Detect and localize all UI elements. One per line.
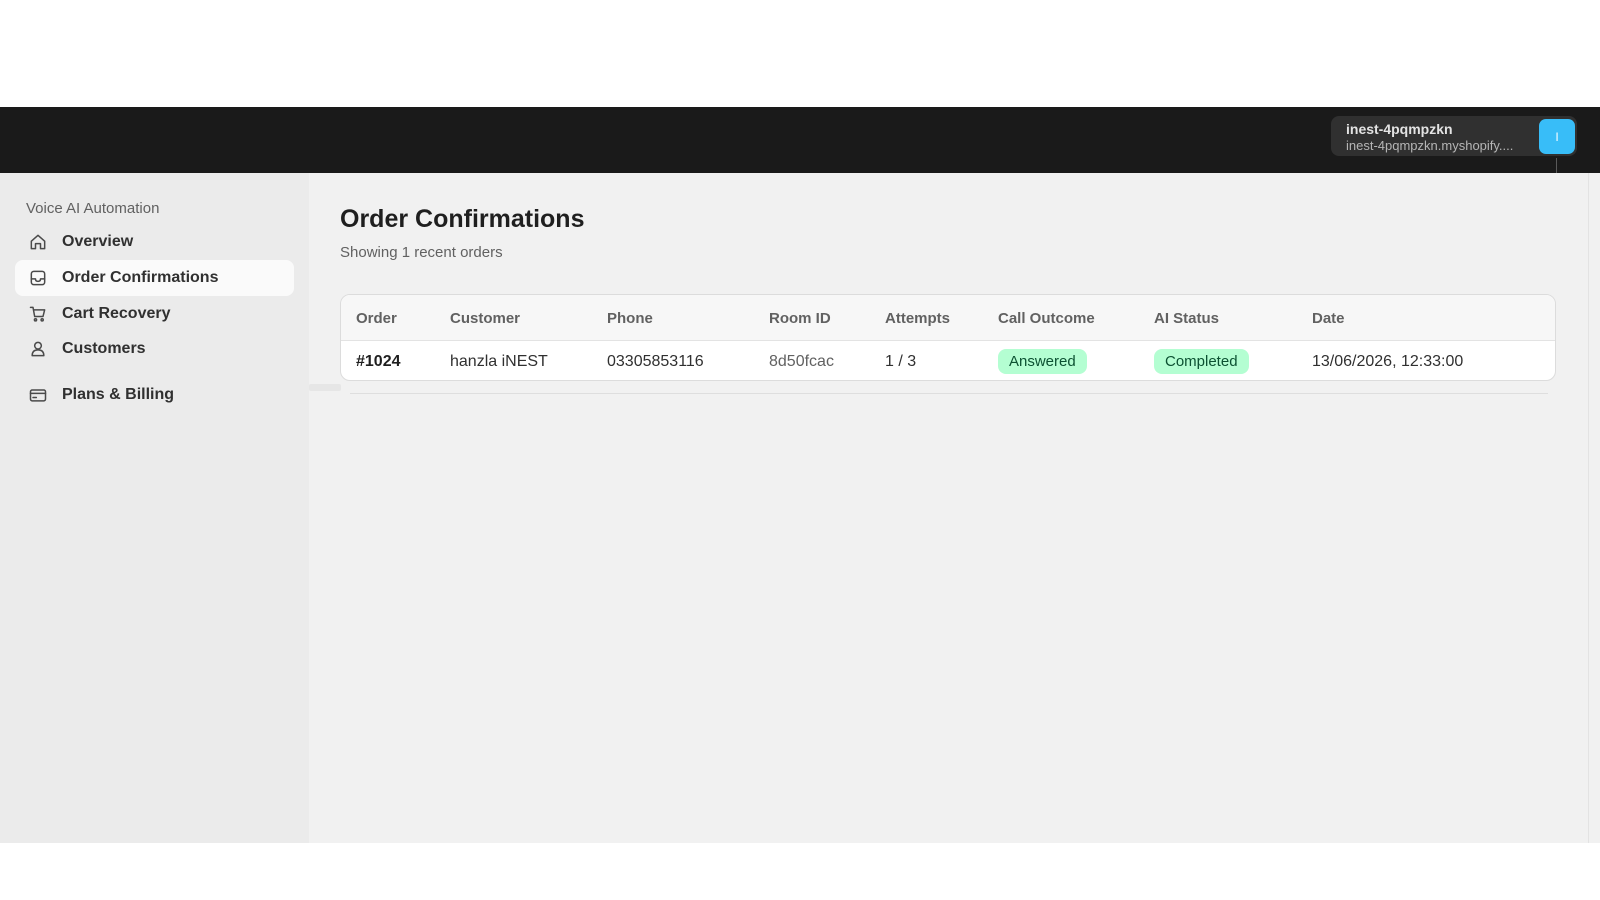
sidebar-item-overview[interactable]: Overview	[15, 224, 294, 260]
app-shell: Voice AI Automation Overview Order Confi…	[0, 173, 1600, 843]
sidebar-item-label: Order Confirmations	[62, 269, 219, 286]
page-title: Order Confirmations	[340, 205, 585, 233]
credit-card-icon	[27, 384, 49, 406]
column-header-phone[interactable]: Phone	[607, 310, 653, 327]
store-info: inest-4pqmpzkn inest-4pqmpzkn.myshopify.…	[1346, 121, 1531, 153]
top-bar: inest-4pqmpzkn inest-4pqmpzkn.myshopify.…	[0, 107, 1600, 173]
inbox-icon	[27, 267, 49, 289]
sidebar-item-cart-recovery[interactable]: Cart Recovery	[15, 296, 294, 332]
column-header-call-outcome[interactable]: Call Outcome	[998, 310, 1095, 327]
table-header: Order Customer Phone Room ID Attempts Ca…	[341, 295, 1555, 341]
main-content: Order Confirmations Showing 1 recent ord…	[340, 173, 1556, 843]
scrollbar-track[interactable]	[1588, 173, 1589, 843]
sidebar-item-customers[interactable]: Customers	[15, 331, 294, 367]
store-name: inest-4pqmpzkn	[1346, 121, 1453, 137]
sidebar-item-label: Plans & Billing	[62, 386, 175, 403]
page-subtitle: Showing 1 recent orders	[340, 244, 503, 261]
call-outcome-badge: Answered	[998, 349, 1087, 374]
sidebar-item-plans-billing[interactable]: Plans & Billing	[15, 380, 294, 410]
home-icon	[27, 231, 49, 253]
person-icon	[27, 338, 49, 360]
column-header-date[interactable]: Date	[1312, 310, 1345, 327]
cart-icon	[27, 303, 49, 325]
sidebar-item-order-confirmations[interactable]: Order Confirmations	[15, 260, 294, 296]
sidebar-item-label: Overview	[62, 233, 134, 250]
column-header-customer[interactable]: Customer	[450, 310, 520, 327]
column-header-ai-status[interactable]: AI Status	[1154, 310, 1219, 327]
store-domain: inest-4pqmpzkn.myshopify....	[1346, 138, 1514, 153]
ai-status-badge: Completed	[1154, 349, 1249, 374]
attempts-count: 1 / 3	[885, 353, 917, 370]
sidebar-item-label: Cart Recovery	[62, 305, 171, 322]
column-header-room-id[interactable]: Room ID	[769, 310, 831, 327]
sidebar: Voice AI Automation Overview Order Confi…	[0, 173, 309, 843]
store-switcher[interactable]: inest-4pqmpzkn inest-4pqmpzkn.myshopify.…	[1331, 116, 1577, 156]
sidebar-section-title: Voice AI Automation	[26, 200, 160, 217]
divider	[1556, 158, 1557, 173]
column-header-attempts[interactable]: Attempts	[885, 310, 950, 327]
order-number[interactable]: #1024	[356, 353, 401, 371]
sidebar-item-label: Customers	[62, 340, 146, 357]
store-avatar[interactable]: I	[1539, 119, 1575, 154]
customer-name: hanzla iNEST	[450, 353, 548, 370]
scroll-handle[interactable]	[309, 384, 341, 391]
phone-number: 03305853116	[607, 353, 704, 370]
order-date: 13/06/2026, 12:33:00	[1312, 353, 1464, 370]
orders-table: Order Customer Phone Room ID Attempts Ca…	[340, 294, 1556, 381]
divider	[350, 393, 1548, 394]
table-row[interactable]: #1024 hanzla iNEST 03305853116 8d50fcac …	[341, 341, 1555, 380]
column-header-order[interactable]: Order	[356, 310, 397, 327]
room-id: 8d50fcac	[769, 353, 834, 370]
